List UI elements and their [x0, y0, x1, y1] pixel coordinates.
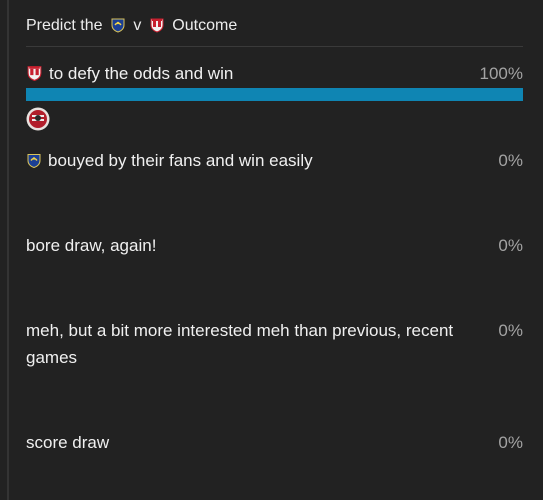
result-bar — [26, 88, 523, 101]
poll-option-3[interactable]: bore draw, again! 0% — [26, 232, 523, 259]
option-percent: 0% — [498, 321, 523, 340]
option-percent: 100% — [479, 64, 523, 83]
title-prefix: Predict the — [26, 17, 103, 34]
quote-rule — [7, 0, 9, 500]
option-label-3: bore draw, again! — [26, 236, 157, 255]
southampton-crest-icon — [149, 17, 165, 33]
title-vs: v — [133, 17, 142, 34]
option-percent: 0% — [498, 433, 523, 452]
portsmouth-crest-icon — [26, 152, 42, 169]
poll-option-1[interactable]: to defy the odds and win 100% — [26, 60, 523, 131]
option-label-5: score draw — [26, 433, 110, 452]
result-bar-fill — [26, 88, 523, 101]
poll-widget: Predict the v Outcome to defy the odds a… — [0, 0, 543, 500]
portsmouth-crest-icon — [110, 17, 126, 33]
poll-option-4[interactable]: meh, but a bit more interested meh than … — [26, 317, 523, 371]
southampton-crest-icon — [26, 64, 43, 82]
option-text: to defy the odds and win — [49, 64, 234, 83]
voter-avatar[interactable] — [26, 107, 50, 131]
option-percent: 0% — [498, 236, 523, 255]
option-text: bouyed by their fans and win easily — [48, 151, 313, 170]
poll-option-2[interactable]: bouyed by their fans and win easily 0% — [26, 147, 523, 174]
poll-title: Predict the v Outcome — [26, 14, 523, 47]
option-percent: 0% — [498, 151, 523, 170]
option-label-4: meh, but a bit more interested meh than … — [26, 321, 454, 367]
option-label-2: bouyed by their fans and win easily — [26, 147, 491, 174]
title-suffix: Outcome — [172, 17, 238, 34]
poll-option-5[interactable]: score draw 0% — [26, 429, 523, 456]
option-label-1: to defy the odds and win — [26, 60, 480, 87]
